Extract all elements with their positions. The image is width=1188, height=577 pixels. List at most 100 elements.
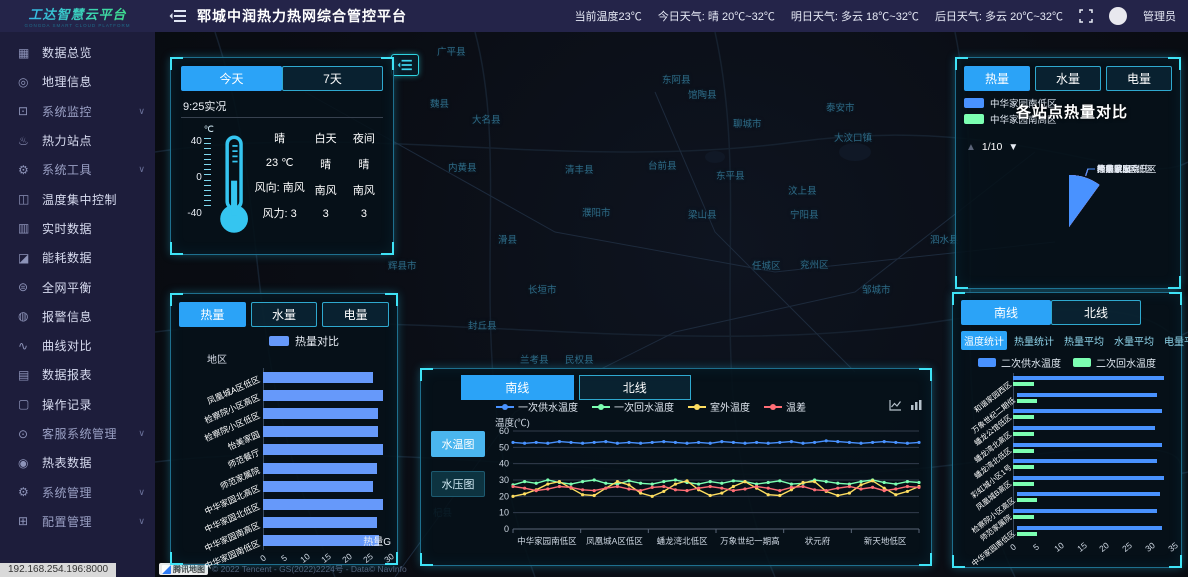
sidebar-item-data-report[interactable]: ▤数据报表 (0, 360, 155, 389)
water-pressure-button[interactable]: 水压图 (431, 471, 485, 497)
user-name[interactable]: 管理员 (1143, 8, 1176, 24)
chevron-down-icon: ∨ (138, 428, 145, 439)
sidebar-item-temp-central-control[interactable]: ◫温度集中控制 (0, 184, 155, 213)
legend-label: 一次回水温度 (614, 399, 674, 414)
temp-bar (1013, 382, 1034, 386)
x-axis-tick: 0 (1008, 542, 1018, 553)
subtab-温度统计[interactable]: 温度统计 (961, 331, 1007, 350)
legend-item[interactable]: 一次回水温度 (592, 399, 674, 414)
tab-7days[interactable]: 7天 (282, 66, 383, 91)
station-heat-bar-panel: 热量 水量 电量 热量对比 地区 凤凰城A区低区检察院小区高区检察院小区低区怡美… (170, 293, 398, 565)
water-temp-button[interactable]: 水温图 (431, 431, 485, 457)
subtab-电量平均[interactable]: 电量平均 (1161, 331, 1188, 350)
balance-icon: ⊜ (18, 280, 32, 294)
sidebar-item-config-mgmt[interactable]: ⊞配置管理∨ (0, 507, 155, 536)
map-place-label: 梁山县 (688, 207, 717, 221)
line-view-icon[interactable] (889, 399, 902, 411)
sidebar-item-energy-data[interactable]: ◪能耗数据 (0, 243, 155, 272)
scale-tick: 40 (191, 136, 202, 172)
pie-slice[interactable] (1069, 175, 1100, 227)
wind-direction: 风向: 南风 (253, 179, 307, 195)
subtab-热量平均[interactable]: 热量平均 (1061, 331, 1107, 350)
tab-south-line[interactable]: 南线 (461, 375, 574, 400)
x-axis-tick: 25 (1120, 540, 1134, 554)
forecast-cell: 3 (307, 208, 345, 220)
sidebar-item-curve-compare[interactable]: ∿曲线对比 (0, 331, 155, 360)
forecast-cell: 晴 (345, 156, 383, 172)
forecast-night-column: 夜间 晴 南风 3 (345, 124, 383, 246)
x-axis-tick: 35 (1166, 540, 1180, 554)
panel-corner (952, 555, 965, 568)
legend-item[interactable]: 室外温度 (688, 399, 750, 414)
sidebar-item-label: 温度集中控制 (42, 191, 117, 208)
legend-swatch (964, 114, 984, 124)
meter-icon: ◉ (18, 456, 32, 470)
tab-north-line[interactable]: 北线 (1051, 300, 1141, 325)
legend-item[interactable]: 一次供水温度 (496, 399, 578, 414)
realtime-icon: ▥ (18, 221, 32, 235)
legend-item[interactable]: 二次回水温度 (1073, 355, 1156, 370)
legend-label: 二次回水温度 (1096, 355, 1156, 370)
sidebar-item-heat-meter-data[interactable]: ◉ 热表数据 (0, 448, 155, 477)
tab-today[interactable]: 今天 (181, 66, 282, 91)
sidebar-item-label: 系统监控 (42, 103, 92, 120)
temp-bar (1013, 476, 1164, 480)
x-axis-tick: 0 (258, 552, 268, 563)
sidebar-item-label: 热表数据 (42, 454, 92, 471)
thermometer-icon (215, 124, 253, 246)
temp-bar (1013, 515, 1034, 519)
weather-today: 今日天气: 晴 20℃~32℃ (658, 8, 775, 24)
menu-collapse-icon[interactable] (169, 9, 187, 23)
y-axis-tick: 0 (504, 524, 509, 534)
bar-legend: 热量对比 (219, 333, 389, 349)
sidebar-item-system-mgmt[interactable]: ⚙系统管理∨ (0, 477, 155, 506)
tab-electric[interactable]: 电量 (322, 302, 389, 327)
subtab-热量统计[interactable]: 热量统计 (1011, 331, 1057, 350)
fullscreen-icon[interactable] (1079, 9, 1093, 23)
pie-chart-title: 各站点热量对比 (1016, 101, 1128, 122)
panel-corner (1169, 555, 1182, 568)
log-icon: ▢ (18, 397, 32, 411)
sidebar-item-overview[interactable]: ▦数据总览 (0, 38, 155, 67)
forecast-cell: 3 (345, 208, 383, 220)
y-axis-tick: 30 (499, 475, 509, 485)
thermometer-scale: ℃ 40 0 -40 (181, 124, 202, 246)
temp-bar (1013, 459, 1157, 463)
avatar[interactable] (1109, 7, 1127, 25)
sidebar-item-operation-log[interactable]: ▢操作记录 (0, 390, 155, 419)
tab-water[interactable]: 水量 (1035, 66, 1101, 91)
sidebar-item-system-tools[interactable]: ⚙系统工具∨ (0, 155, 155, 184)
tab-water[interactable]: 水量 (251, 302, 318, 327)
forecast-cell: 南风 (345, 182, 383, 198)
map-place-label: 馆陶县 (688, 87, 717, 101)
legend-item[interactable]: 温差 (764, 399, 806, 414)
temp-bar (1013, 376, 1164, 380)
tab-heat[interactable]: 热量 (964, 66, 1030, 91)
pie-slice-label: 凤凰城A区低区 (1097, 164, 1154, 174)
sidebar-item-customer-service-mgmt[interactable]: ⊙客服系统管理∨ (0, 419, 155, 448)
map-place-label: 东平县 (716, 168, 745, 182)
temp-bar (1013, 482, 1034, 486)
sidebar-item-heat-stations[interactable]: ♨热力站点 (0, 126, 155, 155)
temperature-bar-chart: 和谐家园西区万象世纪二期低蟠龙公馆低区蟠龙湾北高区蟠龙湾北低区彩虹城小区1号凤凰… (961, 373, 1173, 553)
y-axis-tick: 40 (499, 459, 509, 469)
tab-heat[interactable]: 热量 (179, 302, 246, 327)
alarm-icon: ◍ (18, 309, 32, 323)
temp-bar (1013, 426, 1155, 430)
pager-down-icon[interactable]: ▼ (1008, 142, 1018, 153)
sidebar-item-network-balance[interactable]: ⊜全网平衡 (0, 272, 155, 301)
map-place-label: 魏县 (430, 96, 449, 110)
panel-collapse-icon[interactable] (391, 54, 419, 76)
sidebar-item-alarm-info[interactable]: ◍报警信息 (0, 302, 155, 331)
tab-electric[interactable]: 电量 (1106, 66, 1172, 91)
legend-item[interactable]: 二次供水温度 (978, 355, 1061, 370)
sidebar-item-label: 曲线对比 (42, 337, 92, 354)
tab-north-line[interactable]: 北线 (579, 375, 692, 400)
sidebar-item-system-monitor[interactable]: ⊡系统监控∨ (0, 97, 155, 126)
sidebar-item-geo-info[interactable]: ◎地理信息 (0, 67, 155, 96)
subtab-水量平均[interactable]: 水量平均 (1111, 331, 1157, 350)
sidebar-item-realtime-data[interactable]: ▥实时数据 (0, 214, 155, 243)
pager-up-icon[interactable]: ▲ (966, 142, 976, 153)
bar-view-icon[interactable] (910, 399, 923, 411)
tab-south-line[interactable]: 南线 (961, 300, 1051, 325)
